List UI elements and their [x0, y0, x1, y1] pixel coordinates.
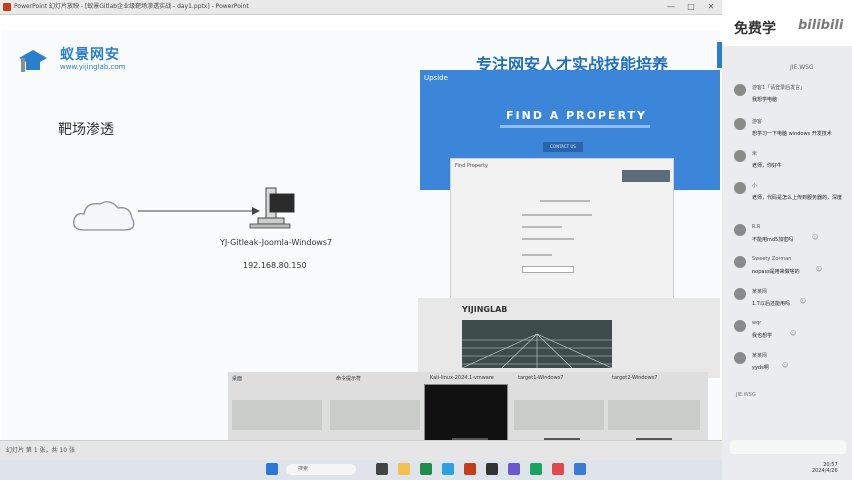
switcher-tab-label[interactable]: Kali-linux-2024.1-vmware [430, 375, 494, 381]
banner-text: 免费学 [734, 21, 776, 37]
emoji-icon: ☺ [782, 362, 789, 369]
window-title: PowerPoint 幻灯片放映 - [蚁景Gitlab企业级靶场渗透实战 - … [14, 3, 249, 10]
task-view-icon[interactable] [376, 463, 388, 475]
taskbar-search[interactable]: 搜索 [286, 464, 356, 475]
message-author: 米 [752, 151, 758, 157]
emoji-icon: ☺ [812, 234, 819, 241]
terminal-icon[interactable] [486, 463, 498, 475]
contact-button[interactable]: CONTACT US [543, 142, 583, 152]
start-icon[interactable] [266, 463, 278, 475]
arrow-icon [138, 207, 260, 215]
slide-heading: 靶场渗透 [58, 122, 114, 138]
site-brand: Upside [424, 74, 448, 82]
message-author: 小 [752, 183, 758, 189]
minimize-button[interactable]: — [664, 0, 678, 14]
switcher-tab-label[interactable]: 桌面 [232, 375, 242, 382]
grid-floor-image [462, 320, 612, 368]
switcher-thumbnail-active[interactable] [424, 384, 508, 446]
avatar [734, 224, 746, 236]
message-text: yyds啊 [752, 365, 769, 371]
browser-icon[interactable] [442, 463, 454, 475]
emoji-icon: ☺ [816, 266, 823, 273]
clock-date: 2024/4/26 [812, 468, 838, 474]
close-button[interactable]: ✕ [704, 0, 718, 14]
chat-footer: JIE.WSG [736, 392, 756, 398]
vmware-icon[interactable] [508, 463, 520, 475]
emoji-icon: ☺ [800, 298, 807, 305]
cloud-icon [73, 201, 135, 231]
avatar [734, 352, 746, 364]
file-explorer-icon[interactable] [398, 463, 410, 475]
message-text: 1.7以后还能用吗 [752, 301, 790, 307]
message-author: wqr [752, 320, 762, 326]
panel-title: Find Property [455, 163, 488, 169]
avatar [734, 182, 746, 194]
avatar [734, 118, 746, 130]
host-ip: 192.168.80.150 [243, 261, 307, 270]
maximize-button[interactable]: □ [684, 0, 698, 14]
app-icon[interactable] [420, 463, 432, 475]
message-author: R.R [752, 224, 761, 230]
logo-url: www.yijinglab.com [60, 63, 126, 71]
avatar [734, 288, 746, 300]
chat-header: JIE.WSG [790, 64, 814, 71]
bilibili-logo: bilibili [798, 18, 844, 33]
chat-input[interactable] [730, 440, 846, 454]
panel-line [522, 214, 592, 216]
panel-input[interactable] [522, 266, 574, 273]
find-subtitle-bar [500, 125, 650, 128]
message-author: Sweety Zorman [752, 256, 792, 262]
app-icon[interactable] [574, 463, 586, 475]
switcher-thumbnail[interactable] [514, 400, 604, 430]
message-author: 某某网 [752, 289, 768, 295]
window-titlebar[interactable]: PowerPoint 幻灯片放映 - [蚁景Gitlab企业级靶场渗透实战 - … [0, 0, 722, 15]
switcher-tab-label[interactable]: 命令提示符 [336, 375, 361, 382]
panel-line [522, 254, 552, 256]
message-text: 老师，你好牛 [752, 163, 783, 169]
message-text: 想学习一下电脑 windows 开发技术 [752, 131, 832, 137]
avatar [734, 320, 746, 332]
switcher-thumbnail[interactable] [330, 400, 420, 430]
logo-text: 蚁景网安 [60, 47, 120, 63]
wechat-icon[interactable] [530, 463, 542, 475]
avatar [734, 256, 746, 268]
emoji-icon: ☺ [790, 330, 797, 337]
avatar [734, 150, 746, 162]
message-text: 我也想学 [752, 333, 773, 339]
vm-logo: YIJINGLAB [462, 305, 508, 314]
message-text: 老师，代码是怎么上传到服务器的，深度 [752, 195, 843, 201]
message-text: 不能用md5加密吗 [752, 237, 794, 243]
taskbar [0, 460, 722, 480]
host-label: YJ-Gitleak-Joomla-Windows7 [220, 238, 333, 247]
panel-line [522, 226, 562, 228]
computer-icon [249, 187, 295, 229]
powerpoint-taskbar-icon[interactable] [464, 463, 476, 475]
find-property-title: FIND A PROPERTY [506, 109, 648, 122]
switcher-tab-label[interactable]: target1-Windows7 [518, 375, 564, 381]
switcher-thumbnail[interactable] [232, 400, 322, 430]
graduation-cap-logo [19, 50, 47, 72]
message-author: 游客1「请登录后发言」 [752, 85, 806, 91]
message-author: 某某网 [752, 353, 768, 359]
switcher-thumbnail[interactable] [608, 400, 700, 430]
status-text: 幻灯片 第 1 张，共 10 张 [6, 447, 75, 454]
powerpoint-icon [3, 3, 11, 11]
avatar [734, 84, 746, 96]
message-text: nopass是用来做啥的 [752, 269, 800, 275]
statusbar: 幻灯片 第 1 张，共 10 张 [0, 440, 722, 461]
switcher-tab-label[interactable]: target2-Windows7 [612, 375, 658, 381]
panel-line [540, 200, 590, 202]
app-icon[interactable] [552, 463, 564, 475]
panel-line [522, 238, 574, 240]
clock: 20:57 2024/4/26 [812, 462, 838, 474]
message-text: 我想学电脑 [752, 97, 778, 103]
message-author: 游客 [752, 119, 763, 125]
panel-action-button[interactable] [622, 170, 670, 182]
